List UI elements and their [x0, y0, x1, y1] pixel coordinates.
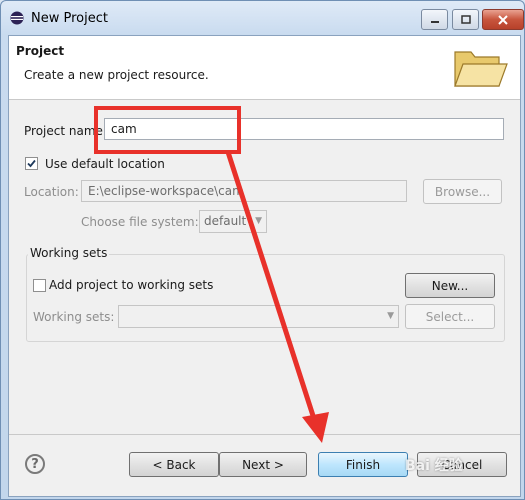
- file-system-label: Choose file system:: [81, 215, 199, 229]
- location-input[interactable]: E:\eclipse-workspace\cam: [81, 180, 407, 202]
- chevron-down-icon: ▼: [387, 311, 394, 321]
- new-project-window: New Project Project Create a new project…: [0, 0, 525, 500]
- page-title: Project: [16, 44, 65, 58]
- add-to-working-sets-label[interactable]: Add project to working sets: [49, 278, 213, 292]
- use-default-location-checkbox[interactable]: [25, 157, 38, 170]
- footer-divider: [9, 434, 520, 435]
- title-bar[interactable]: New Project: [1, 1, 524, 35]
- next-button[interactable]: Next >: [219, 452, 307, 477]
- help-icon[interactable]: ?: [25, 454, 45, 474]
- close-button[interactable]: [482, 9, 524, 30]
- use-default-location-label[interactable]: Use default location: [45, 157, 165, 171]
- watermark-text: Bai 经验: [405, 458, 463, 474]
- maximize-button[interactable]: [452, 9, 479, 30]
- add-to-working-sets-checkbox[interactable]: [33, 279, 46, 292]
- project-name-label: Project name:: [24, 124, 107, 138]
- open-folder-icon: [454, 51, 508, 87]
- chevron-down-icon: ▼: [255, 216, 262, 226]
- file-system-value: default: [204, 214, 247, 228]
- browse-button[interactable]: Browse...: [423, 179, 502, 204]
- page-description: Create a new project resource.: [24, 68, 209, 82]
- back-button[interactable]: < Back: [129, 452, 219, 477]
- window-title: New Project: [31, 11, 108, 26]
- working-sets-select[interactable]: ▼: [118, 305, 399, 328]
- new-working-set-button[interactable]: New...: [405, 273, 495, 298]
- minimize-icon: [430, 20, 439, 23]
- eclipse-app-icon: [10, 11, 24, 25]
- minimize-button[interactable]: [421, 9, 448, 30]
- dialog-client-area: Project Create a new project resource. P…: [8, 35, 521, 497]
- project-name-input[interactable]: cam: [104, 118, 504, 140]
- checkmark-icon: [27, 159, 36, 168]
- finish-button[interactable]: Finish: [318, 452, 408, 477]
- maximize-icon: [460, 15, 471, 24]
- select-working-sets-button[interactable]: Select...: [405, 304, 495, 329]
- working-sets-label: Working sets:: [33, 310, 115, 324]
- location-label: Location:: [24, 185, 79, 199]
- file-system-select[interactable]: default ▼: [199, 210, 267, 233]
- close-icon: [498, 14, 508, 25]
- working-sets-legend: Working sets: [28, 246, 110, 260]
- wizard-header: Project Create a new project resource.: [9, 36, 520, 100]
